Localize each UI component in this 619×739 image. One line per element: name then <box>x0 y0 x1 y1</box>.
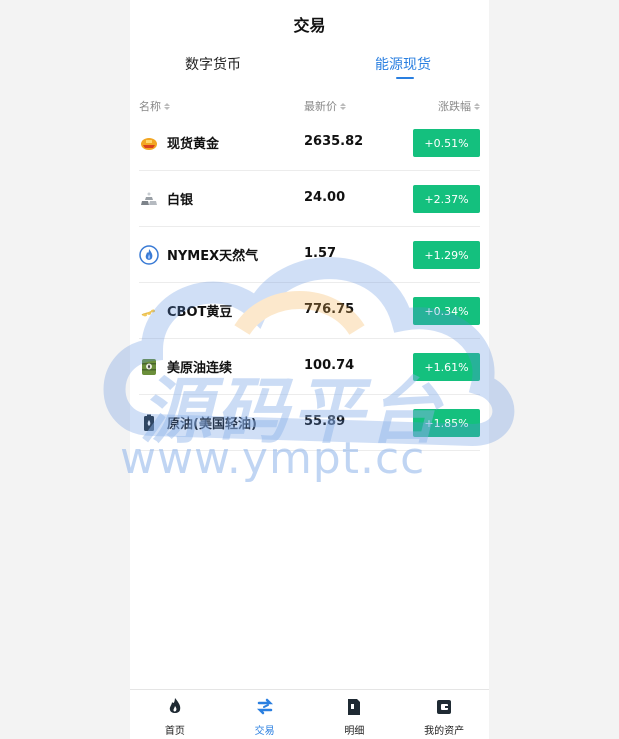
gold-bar-icon <box>141 138 157 150</box>
silver-bars-icon <box>141 192 157 205</box>
table-row[interactable]: CBOT黄豆 776.75 +0.34% <box>139 283 480 339</box>
trade-icon <box>256 698 273 715</box>
flame-icon <box>169 698 181 713</box>
sort-icon <box>164 102 170 110</box>
table-row[interactable]: 白银 24.00 +2.37% <box>139 171 480 227</box>
column-header-change[interactable]: 涨跌幅 <box>438 98 480 114</box>
change-badge[interactable]: +0.34% <box>413 297 480 325</box>
last-price: 1.57 <box>304 246 337 261</box>
tab-my-assets[interactable]: 我的资产 <box>399 690 489 739</box>
watermark-url: www.ympt.cc <box>120 433 426 484</box>
table-row[interactable]: 现货黄金 2635.82 +0.51% <box>139 115 480 171</box>
gas-flame-icon <box>139 245 159 265</box>
tab-details[interactable]: 明细 <box>310 690 400 739</box>
tab-home[interactable]: 首页 <box>130 690 220 739</box>
column-header-price[interactable]: 最新价 <box>304 98 346 114</box>
change-badge[interactable]: +1.29% <box>413 241 480 269</box>
instrument-name: 白银 <box>167 193 194 208</box>
tab-digital-currency[interactable]: 数字货币 <box>185 54 241 74</box>
change-badge[interactable]: +0.51% <box>413 129 480 157</box>
last-price: 24.00 <box>304 190 346 205</box>
instrument-name: NYMEX天然气 <box>167 249 259 264</box>
tab-trade[interactable]: 交易 <box>220 690 310 739</box>
document-icon <box>348 699 361 715</box>
tab-energy-spot[interactable]: 能源现货 <box>375 54 431 74</box>
change-badge[interactable]: +2.37% <box>413 185 480 213</box>
instrument-name: 现货黄金 <box>167 137 220 152</box>
soybean-icon <box>141 309 155 317</box>
sort-icon <box>340 102 346 110</box>
table-row[interactable]: NYMEX天然气 1.57 +1.29% <box>139 227 480 283</box>
instrument-name: CBOT黄豆 <box>167 305 233 320</box>
bottom-tab-bar: 首页 交易 明细 我的资产 <box>130 689 489 739</box>
wallet-icon <box>437 700 452 714</box>
page-title: 交易 <box>293 16 326 35</box>
column-header-name[interactable]: 名称 <box>139 98 170 114</box>
last-price: 2635.82 <box>304 134 364 149</box>
sort-icon <box>474 102 480 110</box>
active-tab-indicator <box>396 77 414 79</box>
last-price: 776.75 <box>304 302 355 317</box>
